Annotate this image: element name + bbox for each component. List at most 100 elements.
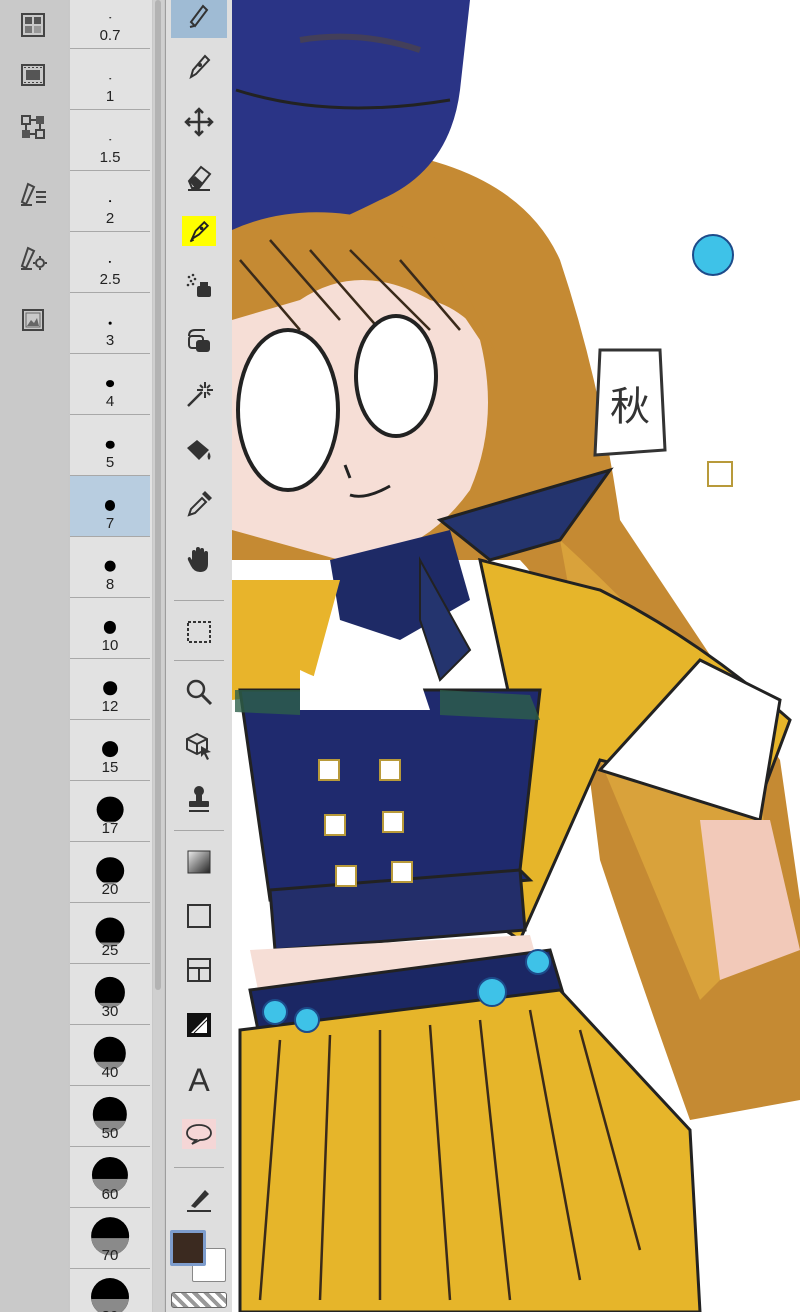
tool-bar: A bbox=[165, 0, 233, 1312]
brush-size-dot bbox=[103, 621, 117, 634]
rectangle-tool[interactable] bbox=[171, 892, 227, 940]
brush-size-item[interactable]: 7 bbox=[70, 476, 150, 537]
balloon-tool[interactable] bbox=[171, 1110, 227, 1158]
brush-size-item[interactable]: 70 bbox=[70, 1208, 150, 1269]
blend-tool[interactable] bbox=[171, 316, 227, 364]
text-tool[interactable]: A bbox=[171, 1056, 227, 1104]
magnifier-icon bbox=[186, 679, 213, 706]
artwork-illustration: 秋 bbox=[232, 0, 800, 1312]
brush-size-dot bbox=[96, 796, 124, 824]
brush-size-item[interactable]: 3 bbox=[70, 293, 150, 354]
ruler-pen-tool[interactable] bbox=[171, 1174, 227, 1222]
brush-size-item[interactable]: 30 bbox=[70, 964, 150, 1025]
brush-size-label: 0.7 bbox=[99, 27, 121, 44]
navigator-icon[interactable] bbox=[16, 303, 50, 337]
marker-icon bbox=[182, 216, 216, 246]
stamp-tool[interactable] bbox=[171, 775, 227, 823]
magic-wand-tool[interactable] bbox=[171, 370, 227, 418]
brush-size-item[interactable]: 2 bbox=[70, 171, 150, 232]
brush-size-label: 2 bbox=[105, 210, 115, 227]
brush-size-label: 12 bbox=[101, 698, 119, 715]
brush-size-dot bbox=[104, 561, 116, 572]
brush-size-item[interactable]: 50 bbox=[70, 1086, 150, 1147]
brush-size-item[interactable]: 20 bbox=[70, 842, 150, 903]
brush-size-item[interactable]: 60 bbox=[70, 1147, 150, 1208]
text-tool-icon: A bbox=[188, 1061, 210, 1098]
brush-size-item[interactable]: 0.7 bbox=[70, 0, 150, 49]
brush-size-dot bbox=[106, 379, 114, 388]
brush-size-label: 50 bbox=[101, 1125, 119, 1142]
brush-size-item[interactable]: 15 bbox=[70, 720, 150, 781]
brush-size-label: 1 bbox=[105, 88, 115, 105]
zoom-tool[interactable] bbox=[171, 668, 227, 716]
brush-size-item[interactable]: 8 bbox=[70, 537, 150, 598]
tool-property-icon[interactable] bbox=[16, 176, 50, 210]
speech-balloon-icon bbox=[182, 1119, 216, 1149]
brush-size-label: 70 bbox=[101, 1247, 119, 1264]
frame-tool[interactable] bbox=[171, 946, 227, 994]
brush-size-dot bbox=[102, 741, 118, 758]
brush-size-dot bbox=[109, 200, 111, 202]
gradient-tool[interactable] bbox=[171, 838, 227, 886]
brush-size-label: 5 bbox=[105, 454, 115, 471]
move-tool[interactable] bbox=[171, 98, 227, 146]
brush-size-item[interactable]: 4 bbox=[70, 354, 150, 415]
tone-ruler-icon bbox=[187, 1013, 211, 1037]
brush-size-item[interactable]: 12 bbox=[70, 659, 150, 720]
pen-tool[interactable] bbox=[171, 0, 227, 38]
brush-size-item[interactable]: 17 bbox=[70, 781, 150, 842]
brush-size-label: 40 bbox=[101, 1064, 119, 1081]
marker-tool[interactable] bbox=[171, 207, 227, 255]
brush-size-label: 10 bbox=[101, 637, 119, 654]
airbrush-icon bbox=[186, 273, 211, 297]
brush-size-item[interactable]: 10 bbox=[70, 598, 150, 659]
fill-tool[interactable] bbox=[171, 426, 227, 474]
brush-size-label: 20 bbox=[101, 881, 119, 898]
eraser-tool[interactable] bbox=[171, 153, 227, 201]
brush-size-item[interactable]: 25 bbox=[70, 903, 150, 964]
brush-size-dot bbox=[105, 440, 115, 449]
animation-timeline-icon[interactable] bbox=[16, 58, 50, 92]
eraser-icon bbox=[187, 165, 212, 191]
rectangle-icon bbox=[187, 904, 211, 928]
airbrush-tool[interactable] bbox=[171, 261, 227, 309]
rectangle-marquee-icon bbox=[187, 621, 211, 643]
brush-size-label: 2.5 bbox=[99, 271, 121, 288]
brush-size-item[interactable]: 1.5 bbox=[70, 110, 150, 171]
brush-size-label: 15 bbox=[101, 759, 119, 776]
transparent-color-swatch[interactable] bbox=[171, 1292, 227, 1308]
brush-size-label: 8 bbox=[105, 576, 115, 593]
brush-size-item[interactable]: 1 bbox=[70, 49, 150, 110]
brush-size-item[interactable]: 80 bbox=[70, 1269, 150, 1312]
layers-grid-icon[interactable] bbox=[16, 8, 50, 42]
brush-size-item[interactable]: 2.5 bbox=[70, 232, 150, 293]
brush-size-dot bbox=[109, 139, 111, 141]
drawing-canvas[interactable]: 秋 bbox=[232, 0, 800, 1312]
brush-size-scroll-thumb[interactable] bbox=[155, 0, 161, 990]
node-graph-icon[interactable] bbox=[16, 110, 50, 144]
eyedropper-icon bbox=[187, 491, 212, 517]
frame-border-icon bbox=[187, 958, 211, 982]
brush-size-item[interactable]: 40 bbox=[70, 1025, 150, 1086]
brush-size-label: 4 bbox=[105, 393, 115, 410]
tone-tool[interactable] bbox=[171, 1001, 227, 1049]
pencil-tool[interactable] bbox=[171, 42, 227, 90]
hand-icon bbox=[187, 547, 208, 572]
brush-size-dot bbox=[108, 321, 112, 325]
selection-tool[interactable] bbox=[171, 608, 227, 656]
3d-object-tool[interactable] bbox=[171, 722, 227, 770]
3d-cube-cursor-icon bbox=[186, 732, 211, 760]
brush-settings-icon[interactable] bbox=[16, 240, 50, 274]
eyedropper-tool[interactable] bbox=[171, 480, 227, 528]
artwork-stamp-text: 秋 bbox=[610, 384, 650, 430]
pencil-icon bbox=[189, 54, 211, 80]
brush-size-label: 1.5 bbox=[99, 149, 121, 166]
brush-size-item[interactable]: 5 bbox=[70, 415, 150, 476]
brush-size-label: 80 bbox=[70, 1308, 150, 1312]
brush-size-label: 7 bbox=[105, 515, 115, 532]
brush-size-dot bbox=[104, 500, 116, 511]
hand-tool[interactable] bbox=[171, 536, 227, 584]
brush-size-dot bbox=[103, 681, 117, 696]
ruler-pen-icon bbox=[187, 1190, 211, 1212]
main-color-swatch[interactable] bbox=[170, 1230, 206, 1266]
